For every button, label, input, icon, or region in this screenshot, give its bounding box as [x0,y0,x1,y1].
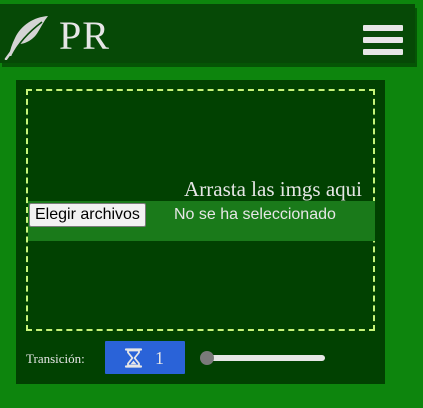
app-header: PR [0,4,415,63]
transition-slider[interactable] [197,350,327,366]
slider-track [201,355,325,361]
hamburger-menu-icon[interactable] [363,25,403,55]
transition-button[interactable]: 1 [105,341,185,374]
hourglass-icon [124,348,143,368]
transition-value: 1 [155,348,164,368]
transition-label: Transición: [26,351,85,366]
file-input-row: Elegir archivos No se ha seleccionado [28,201,375,241]
upload-panel: Arrasta las imgs aqui Elegir archivos No… [16,80,385,384]
brand-title: PR [59,13,110,58]
file-selection-status: No se ha seleccionado [174,206,336,223]
slider-thumb[interactable] [200,351,214,365]
choose-files-button[interactable]: Elegir archivos [29,203,146,227]
feather-quill-icon [4,16,48,60]
dropzone-prompt: Arrasta las imgs aqui [184,177,362,201]
image-dropzone[interactable]: Arrasta las imgs aqui Elegir archivos No… [26,89,375,331]
